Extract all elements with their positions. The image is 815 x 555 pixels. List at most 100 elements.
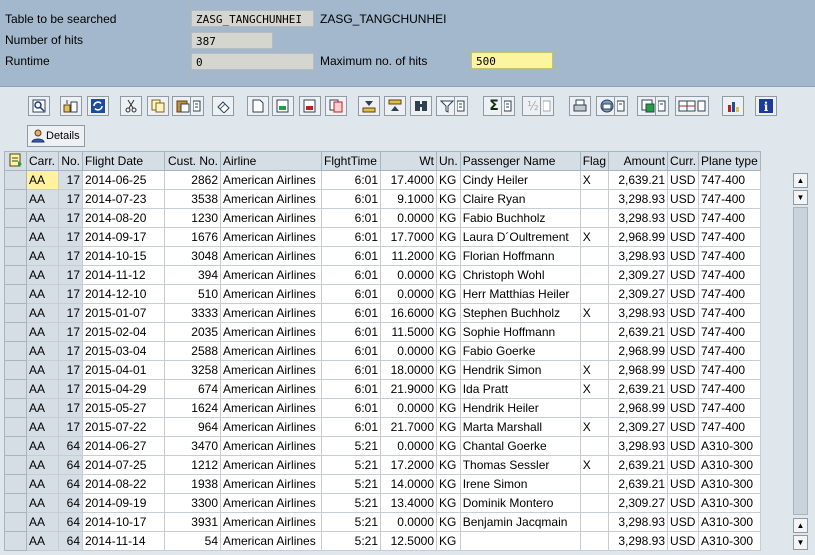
cell-flag[interactable] bbox=[579, 322, 610, 342]
row-selector[interactable] bbox=[4, 265, 27, 285]
cell-flight-date[interactable]: 2015-04-01 bbox=[82, 360, 165, 380]
table-row[interactable]: AA 64 2014-11-14 54 American Airlines 5:21 12.… bbox=[4, 531, 761, 551]
cell-airline[interactable]: American Airlines bbox=[220, 455, 322, 475]
cell-plane-type[interactable]: A310-300 bbox=[698, 512, 761, 532]
cell-unit[interactable]: KG bbox=[436, 265, 461, 285]
cell-carrier[interactable]: AA bbox=[26, 322, 59, 342]
cell-weight[interactable]: 0.0000 bbox=[380, 436, 437, 456]
cell-flight-no[interactable]: 64 bbox=[58, 531, 83, 551]
cell-passenger-name[interactable]: Dominik Montero bbox=[459, 493, 581, 513]
cell-flight-no[interactable]: 17 bbox=[58, 208, 83, 228]
cell-carrier[interactable]: AA bbox=[26, 265, 59, 285]
table-row[interactable]: AA 64 2014-10-17 3931 American Airlines 5:21 0… bbox=[4, 512, 761, 532]
cell-airline[interactable]: American Airlines bbox=[220, 303, 322, 323]
col-flight-time[interactable]: FlghtTime bbox=[321, 151, 381, 171]
cell-unit[interactable]: KG bbox=[436, 455, 461, 475]
cell-carrier[interactable]: AA bbox=[26, 170, 59, 190]
cell-flight-date[interactable]: 2014-09-19 bbox=[82, 493, 165, 513]
cell-plane-type[interactable]: 747-400 bbox=[698, 322, 761, 342]
cell-amount[interactable]: 2,968.99 bbox=[608, 398, 669, 418]
cell-weight[interactable]: 17.7000 bbox=[380, 227, 437, 247]
copy-row-icon[interactable] bbox=[325, 96, 347, 116]
cell-currency[interactable]: USD bbox=[667, 512, 700, 532]
cell-weight[interactable]: 11.2000 bbox=[380, 246, 437, 266]
cell-weight[interactable]: 0.0000 bbox=[380, 284, 437, 304]
undo-icon[interactable] bbox=[212, 96, 234, 116]
cell-currency[interactable]: USD bbox=[667, 341, 700, 361]
cell-plane-type[interactable]: 747-400 bbox=[698, 284, 761, 304]
cell-amount[interactable]: 2,309.27 bbox=[608, 265, 669, 285]
cell-carrier[interactable]: AA bbox=[26, 398, 59, 418]
cell-currency[interactable]: USD bbox=[667, 360, 700, 380]
cell-customer-no[interactable]: 3300 bbox=[164, 493, 221, 513]
col-weight[interactable]: Wt bbox=[380, 151, 437, 171]
col-flag[interactable]: Flag bbox=[579, 151, 610, 171]
scroll-down-icon[interactable]: ▼ bbox=[793, 190, 808, 205]
cell-carrier[interactable]: AA bbox=[26, 360, 59, 380]
cell-amount[interactable]: 2,639.21 bbox=[608, 170, 669, 190]
cell-currency[interactable]: USD bbox=[667, 398, 700, 418]
cut-icon[interactable] bbox=[120, 96, 142, 116]
cell-customer-no[interactable]: 1212 bbox=[164, 455, 221, 475]
cell-flight-time[interactable]: 6:01 bbox=[321, 170, 381, 190]
cell-amount[interactable]: 3,298.93 bbox=[608, 531, 669, 551]
cell-passenger-name[interactable]: Marta Marshall bbox=[459, 417, 581, 437]
cell-flight-no[interactable]: 17 bbox=[58, 227, 83, 247]
copy-icon[interactable] bbox=[147, 96, 169, 116]
cell-airline[interactable]: American Airlines bbox=[220, 379, 322, 399]
cell-plane-type[interactable]: A310-300 bbox=[698, 474, 761, 494]
cell-weight[interactable]: 13.4000 bbox=[380, 493, 437, 513]
cell-plane-type[interactable]: A310-300 bbox=[698, 531, 761, 551]
cell-unit[interactable]: KG bbox=[436, 474, 461, 494]
cell-unit[interactable]: KG bbox=[436, 493, 461, 513]
cell-passenger-name[interactable]: Ida Pratt bbox=[459, 379, 581, 399]
cell-flight-date[interactable]: 2014-10-15 bbox=[82, 246, 165, 266]
scroll-thumb[interactable] bbox=[793, 207, 808, 515]
table-row[interactable]: AA 64 2014-08-22 1938 American Airlines 5:21 1… bbox=[4, 474, 761, 494]
cell-weight[interactable]: 9.1000 bbox=[380, 189, 437, 209]
cell-flight-time[interactable]: 6:01 bbox=[321, 208, 381, 228]
cell-flight-time[interactable]: 6:01 bbox=[321, 246, 381, 266]
table-row[interactable]: AA 17 2014-08-20 1230 American Airlines 6:01 0… bbox=[4, 208, 761, 228]
cell-passenger-name[interactable]: Thomas Sessler bbox=[459, 455, 581, 475]
cell-weight[interactable]: 17.4000 bbox=[380, 170, 437, 190]
sort-options-icon[interactable] bbox=[60, 96, 82, 116]
cell-passenger-name[interactable]: Herr Matthias Heiler bbox=[459, 284, 581, 304]
cell-amount[interactable]: 3,298.93 bbox=[608, 436, 669, 456]
cell-airline[interactable]: American Airlines bbox=[220, 265, 322, 285]
cell-flight-no[interactable]: 64 bbox=[58, 493, 83, 513]
cell-flight-time[interactable]: 5:21 bbox=[321, 493, 381, 513]
cell-airline[interactable]: American Airlines bbox=[220, 208, 322, 228]
table-name-field[interactable]: ZASG_TANGCHUNHEI bbox=[191, 10, 314, 27]
cell-carrier[interactable]: AA bbox=[26, 246, 59, 266]
cell-plane-type[interactable]: 747-400 bbox=[698, 379, 761, 399]
find-icon[interactable] bbox=[410, 96, 432, 116]
cell-weight[interactable]: 0.0000 bbox=[380, 398, 437, 418]
cell-flag[interactable] bbox=[579, 189, 610, 209]
filter-menu-icon[interactable] bbox=[454, 96, 468, 116]
cell-amount[interactable]: 2,309.27 bbox=[608, 493, 669, 513]
cell-flight-date[interactable]: 2014-09-17 bbox=[82, 227, 165, 247]
cell-currency[interactable]: USD bbox=[667, 170, 700, 190]
table-row[interactable]: AA 17 2015-04-29 674 American Airlines 6:01 21… bbox=[4, 379, 761, 399]
row-selector[interactable] bbox=[4, 208, 27, 228]
detail-view-icon[interactable] bbox=[28, 96, 50, 116]
cell-plane-type[interactable]: 747-400 bbox=[698, 227, 761, 247]
cell-flight-no[interactable]: 64 bbox=[58, 455, 83, 475]
cell-flag[interactable]: X bbox=[579, 303, 610, 323]
cell-currency[interactable]: USD bbox=[667, 455, 700, 475]
cell-amount[interactable]: 2,639.21 bbox=[608, 455, 669, 475]
cell-unit[interactable]: KG bbox=[436, 436, 461, 456]
table-row[interactable]: AA 17 2015-07-22 964 American Airlines 6:01 21… bbox=[4, 417, 761, 437]
cell-flag[interactable] bbox=[579, 246, 610, 266]
select-all-icon[interactable] bbox=[4, 151, 27, 171]
row-selector[interactable] bbox=[4, 284, 27, 304]
row-selector[interactable] bbox=[4, 341, 27, 361]
cell-currency[interactable]: USD bbox=[667, 303, 700, 323]
table-row[interactable]: AA 17 2015-03-04 2588 American Airlines 6:01 0… bbox=[4, 341, 761, 361]
cell-customer-no[interactable]: 394 bbox=[164, 265, 221, 285]
cell-customer-no[interactable]: 1230 bbox=[164, 208, 221, 228]
cell-passenger-name[interactable]: Benjamin Jacqmain bbox=[459, 512, 581, 532]
cell-passenger-name[interactable] bbox=[459, 531, 581, 551]
cell-amount[interactable]: 2,639.21 bbox=[608, 322, 669, 342]
